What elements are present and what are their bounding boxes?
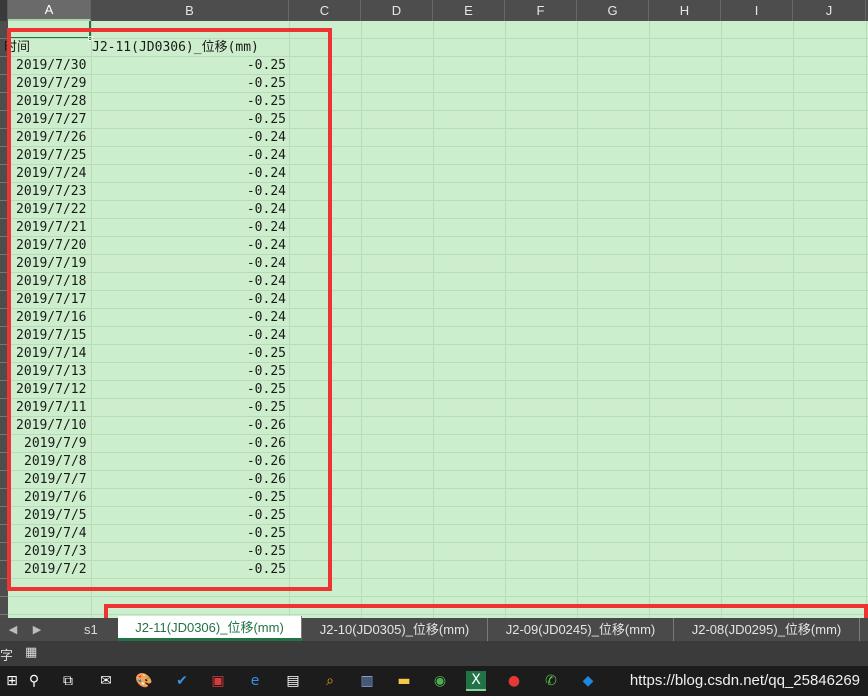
macro-record-icon[interactable]: ▦ xyxy=(25,645,37,660)
sheet-tab-j2-10[interactable]: J2-10(JD0305)_位移(mm) xyxy=(302,618,488,641)
magnifier-app-icon[interactable]: ⌕ xyxy=(320,671,340,691)
column-header-d[interactable]: D xyxy=(361,0,433,21)
music-app-icon[interactable]: ● xyxy=(504,671,524,691)
watermark-url: https://blog.csdn.net/qq_25846269 xyxy=(629,672,860,689)
column-header-bar: A B C D E F G H I J xyxy=(0,0,868,21)
file-explorer-icon[interactable]: ▬ xyxy=(394,671,414,691)
annotation-box-data xyxy=(7,28,332,591)
wechat-icon[interactable]: ✆ xyxy=(541,671,561,691)
task-view-icon[interactable]: ⧉ xyxy=(58,671,78,691)
column-header-i[interactable]: I xyxy=(721,0,793,21)
select-all-corner[interactable] xyxy=(0,0,8,21)
column-header-c[interactable]: C xyxy=(289,0,361,21)
column-header-g[interactable]: G xyxy=(577,0,649,21)
search-icon[interactable]: ⚲ xyxy=(24,671,44,691)
sheet-tab-j2-11[interactable]: J2-11(JD0306)_位移(mm) xyxy=(118,616,302,641)
messaging-app-icon[interactable]: ◆ xyxy=(578,671,598,691)
status-bar: 字 ▦ xyxy=(0,641,868,666)
column-header-b[interactable]: B xyxy=(91,0,289,21)
row-header-divider xyxy=(0,614,8,615)
chrome-icon[interactable]: ◉ xyxy=(430,671,450,691)
start-icon[interactable]: ⊞ xyxy=(2,671,22,691)
status-ready-text: 字 xyxy=(0,649,14,664)
grid-row-line xyxy=(8,596,868,597)
mail-icon[interactable]: ✉ xyxy=(96,671,116,691)
excel-icon[interactable]: X xyxy=(466,671,486,691)
column-header-h[interactable]: H xyxy=(649,0,721,21)
paint-icon[interactable]: 🎨 xyxy=(134,671,154,691)
todo-check-icon[interactable]: ✔ xyxy=(172,671,192,691)
office-icon[interactable]: ▣ xyxy=(208,671,228,691)
column-header-f[interactable]: F xyxy=(505,0,577,21)
sheet-tab-j2-08[interactable]: J2-08(JD0295)_位移(mm) xyxy=(674,618,860,641)
column-header-a[interactable]: A xyxy=(8,0,91,21)
column-header-e[interactable]: E xyxy=(433,0,505,21)
edge-browser-icon[interactable]: e xyxy=(245,671,265,691)
sheet-tab-j2-09[interactable]: J2-09(JD0245)_位移(mm) xyxy=(488,618,674,641)
sheet-tabs-bar: ◀ ▶ s1 J2-11(JD0306)_位移(mm) J2-10(JD0305… xyxy=(0,616,868,641)
calculator-icon[interactable]: ▤ xyxy=(283,671,303,691)
sheet-tab-truncated[interactable]: s1 xyxy=(84,618,98,641)
column-header-j[interactable]: J xyxy=(793,0,866,21)
row-header-divider xyxy=(0,596,8,597)
notepad-icon[interactable]: ▥ xyxy=(357,671,377,691)
tab-scroll-left-icon[interactable]: ◀ xyxy=(0,618,26,641)
tab-scroll-right-icon[interactable]: ▶ xyxy=(24,618,50,641)
